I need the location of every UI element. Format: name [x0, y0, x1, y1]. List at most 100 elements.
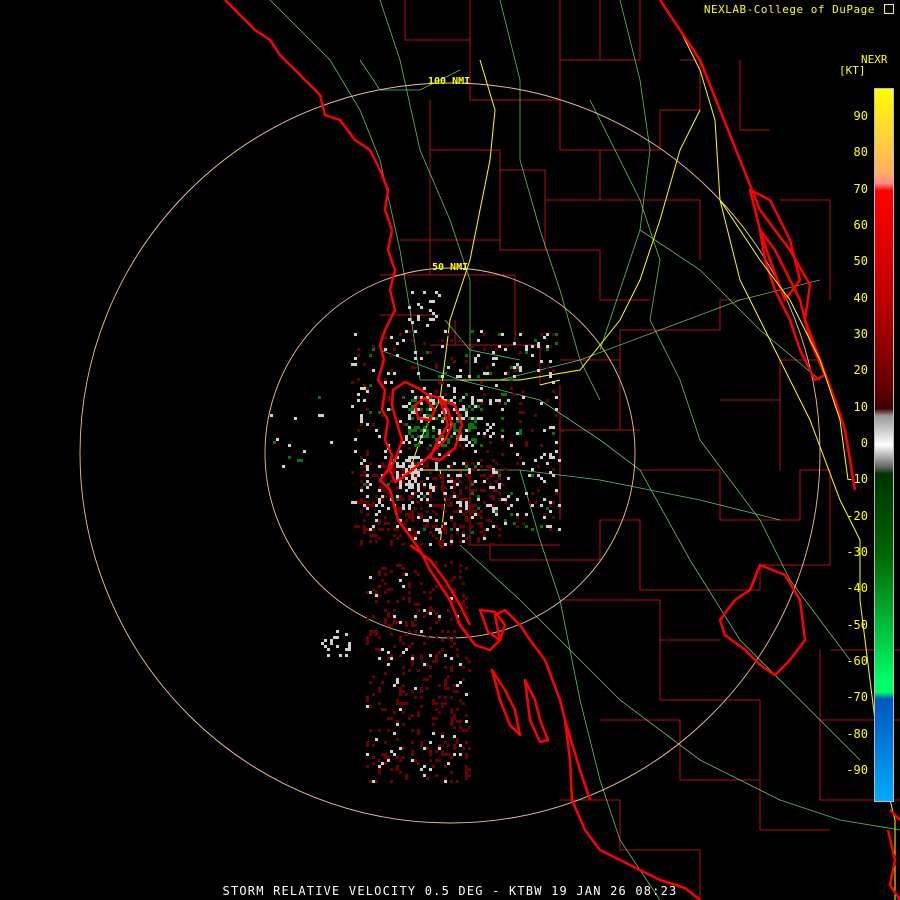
velocity-pixel: [477, 462, 480, 465]
velocity-pixel: [492, 510, 495, 513]
velocity-pixel: [381, 465, 384, 468]
velocity-pixel: [429, 483, 432, 486]
velocity-pixel: [378, 702, 381, 705]
velocity-pixel: [378, 537, 381, 540]
velocity-pixel: [450, 504, 453, 507]
velocity-pixel: [402, 471, 405, 474]
velocity-pixel: [417, 444, 420, 447]
velocity-pixel: [321, 642, 324, 645]
velocity-pixel: [360, 423, 363, 426]
velocity-pixel: [492, 423, 495, 426]
velocity-pixel: [444, 678, 447, 681]
velocity-pixel: [369, 384, 372, 387]
velocity-pixel: [420, 468, 423, 471]
velocity-pixel: [543, 480, 546, 483]
velocity-pixel: [465, 519, 468, 522]
velocity-pixel: [552, 369, 555, 372]
velocity-pixel: [525, 525, 528, 528]
velocity-pixel: [414, 492, 417, 495]
velocity-pixel: [462, 438, 465, 441]
velocity-pixel: [474, 480, 477, 483]
velocity-pixel: [408, 330, 411, 333]
velocity-pixel: [459, 681, 462, 684]
velocity-pixel: [414, 471, 417, 474]
velocity-pixel: [435, 702, 438, 705]
velocity-pixel: [369, 576, 372, 579]
velocity-pixel: [396, 465, 399, 468]
velocity-pixel: [444, 543, 447, 546]
velocity-pixel: [489, 495, 492, 498]
velocity-pixel: [456, 495, 459, 498]
velocity-pixel: [387, 663, 390, 666]
velocity-pixel: [429, 471, 432, 474]
velocity-pixel: [411, 492, 414, 495]
velocity-pixel: [519, 456, 522, 459]
velocity-pixel: [510, 387, 513, 390]
velocity-pixel: [453, 423, 456, 426]
velocity-pixel: [435, 525, 438, 528]
velocity-pixel: [432, 300, 435, 303]
velocity-pixel: [489, 426, 492, 429]
velocity-pixel: [435, 561, 438, 564]
velocity-pixel: [453, 429, 456, 432]
velocity-pixel: [531, 429, 534, 432]
velocity-pixel: [522, 411, 525, 414]
velocity-pixel: [417, 711, 420, 714]
velocity-pixel: [399, 702, 402, 705]
velocity-pixel: [414, 474, 417, 477]
velocity-pixel: [414, 630, 417, 633]
velocity-pixel: [441, 504, 444, 507]
velocity-pixel: [414, 357, 417, 360]
velocity-pixel: [474, 504, 477, 507]
velocity-pixel: [384, 708, 387, 711]
velocity-pixel: [432, 318, 435, 321]
velocity-pixel: [537, 342, 540, 345]
velocity-pixel: [477, 339, 480, 342]
velocity-pixel: [420, 492, 423, 495]
velocity-pixel: [372, 630, 375, 633]
velocity-pixel: [429, 444, 432, 447]
velocity-pixel: [519, 429, 522, 432]
velocity-pixel: [435, 759, 438, 762]
velocity-pixel: [408, 582, 411, 585]
velocity-pixel: [396, 474, 399, 477]
velocity-pixel: [357, 393, 360, 396]
velocity-pixel: [462, 747, 465, 750]
velocity-pixel: [378, 522, 381, 525]
velocity-pixel: [384, 378, 387, 381]
velocity-pixel: [396, 462, 399, 465]
velocity-pixel: [519, 411, 522, 414]
velocity-pixel: [390, 633, 393, 636]
velocity-pixel: [453, 630, 456, 633]
velocity-pixel: [543, 336, 546, 339]
velocity-pixel: [471, 345, 474, 348]
velocity-pixel: [456, 684, 459, 687]
velocity-pixel: [456, 510, 459, 513]
velocity-pixel: [372, 762, 375, 765]
velocity-pixel: [372, 348, 375, 351]
velocity-pixel: [384, 522, 387, 525]
velocity-pixel: [402, 504, 405, 507]
velocity-pixel: [372, 780, 375, 783]
velocity-pixel: [411, 435, 414, 438]
velocity-pixel: [474, 417, 477, 420]
velocity-pixel: [429, 759, 432, 762]
velocity-pixel: [408, 465, 411, 468]
velocity-pixel: [468, 504, 471, 507]
velocity-pixel: [375, 474, 378, 477]
velocity-pixel: [381, 489, 384, 492]
velocity-pixel: [483, 393, 486, 396]
velocity-pixel: [405, 513, 408, 516]
velocity-pixel: [540, 456, 543, 459]
velocity-pixel: [363, 501, 366, 504]
velocity-pixel: [420, 435, 423, 438]
velocity-pixel: [516, 432, 519, 435]
velocity-pixel: [375, 540, 378, 543]
velocity-pixel: [420, 741, 423, 744]
external-link-icon[interactable]: [884, 4, 894, 14]
velocity-pixel: [372, 501, 375, 504]
velocity-pixel: [396, 525, 399, 528]
colorbar-tick-label: -20: [846, 508, 868, 523]
velocity-pixel: [399, 465, 402, 468]
velocity-pixel: [411, 429, 414, 432]
